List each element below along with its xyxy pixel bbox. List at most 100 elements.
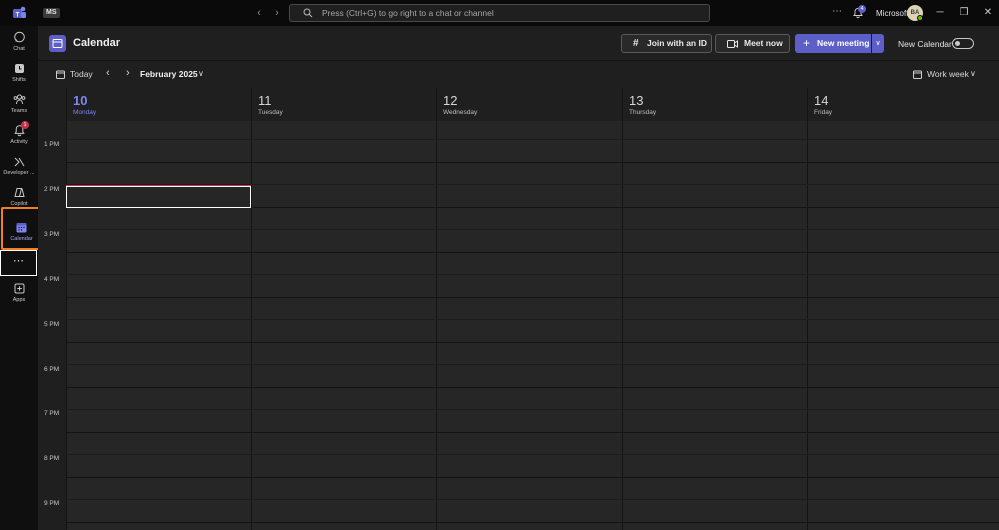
meet-now-button[interactable]: Meet now <box>715 34 790 53</box>
meet-now-label: Meet now <box>744 38 783 48</box>
day-number: 11 <box>258 93 272 108</box>
day-number: 10 <box>73 93 88 108</box>
rail-item-apps[interactable]: Apps <box>0 282 38 303</box>
svg-text:T: T <box>16 13 20 19</box>
teams-logo-icon: T <box>13 6 26 19</box>
rail-item-activity[interactable]: 1 Activity <box>0 121 38 145</box>
more-options-icon[interactable]: ⋯ <box>832 6 842 17</box>
close-icon[interactable]: ✕ <box>981 6 995 20</box>
hour-line <box>66 477 999 478</box>
search-icon <box>303 8 313 18</box>
rail-label: Chat <box>13 46 25 52</box>
back-arrow-icon[interactable]: ‹ <box>252 6 266 20</box>
developer-icon <box>14 157 24 167</box>
rail-label: Developer ... <box>3 170 35 176</box>
search-input[interactable] <box>322 6 702 20</box>
rail-label: Activity <box>10 139 28 145</box>
hour-line <box>66 432 999 433</box>
rail-item-teams[interactable]: Teams <box>0 93 38 114</box>
rail-item-chat[interactable]: Chat <box>0 31 38 52</box>
day-header-tuesday[interactable]: 11 Tuesday <box>251 88 436 121</box>
new-meeting-label: New meeting <box>817 38 870 48</box>
search-box[interactable] <box>289 4 710 22</box>
next-week-icon[interactable]: › <box>126 67 130 79</box>
view-chevron-down-icon[interactable]: ∨ <box>970 69 976 78</box>
more-icon: ⋯ <box>13 255 24 267</box>
today-calendar-icon <box>56 70 65 79</box>
half-hour-line <box>66 139 999 140</box>
new-calendar-toggle[interactable] <box>952 38 974 49</box>
time-slots-area[interactable] <box>66 121 999 530</box>
time-label: 7 PM <box>44 410 60 417</box>
calendar-grid: 10 Monday 11 Tuesday 12 Wednesday 13 Thu… <box>38 88 999 530</box>
half-hour-line <box>66 229 999 230</box>
half-hour-line <box>66 409 999 410</box>
today-button[interactable]: Today <box>70 69 93 79</box>
column-divider <box>807 121 808 530</box>
join-with-id-label: Join with an ID <box>647 38 707 48</box>
more-apps-button[interactable]: ⋯ <box>0 250 37 276</box>
calendar-app-icon <box>49 35 66 52</box>
time-label: 4 PM <box>44 276 60 283</box>
day-number: 14 <box>814 93 829 108</box>
new-meeting-button[interactable]: + New meeting <box>795 34 871 53</box>
chevron-down-icon: ∨ <box>875 40 881 47</box>
rail-label: Shifts <box>12 77 26 83</box>
app-rail: Chat Shifts Teams 1 Activity Developer .… <box>0 26 42 530</box>
minimize-icon[interactable]: ─ <box>933 6 947 20</box>
rail-label: Apps <box>12 297 26 303</box>
time-label: 9 PM <box>44 500 60 507</box>
presence-available-icon <box>917 15 923 21</box>
rail-item-developer[interactable]: Developer ... <box>0 155 38 176</box>
rail-item-copilot[interactable]: Copilot <box>0 186 38 207</box>
forward-arrow-icon[interactable]: › <box>270 6 284 20</box>
day-header-thursday[interactable]: 13 Thursday <box>622 88 807 121</box>
hour-line <box>66 162 999 163</box>
calendar-icon <box>16 223 27 233</box>
hash-icon: # <box>633 38 639 49</box>
day-name: Tuesday <box>258 109 283 116</box>
day-number: 12 <box>443 93 458 108</box>
column-divider <box>251 121 252 530</box>
half-hour-line <box>66 454 999 455</box>
rail-item-calendar[interactable]: Calendar <box>1 207 42 250</box>
half-hour-line <box>66 274 999 275</box>
new-calendar-label: New Calendar <box>898 39 952 49</box>
apps-icon <box>14 283 24 294</box>
previous-week-icon[interactable]: ‹ <box>106 67 110 79</box>
time-label: 5 PM <box>44 321 60 328</box>
org-badge[interactable]: MS <box>43 8 60 18</box>
time-label: 2 PM <box>44 186 60 193</box>
month-label[interactable]: February 2025 <box>140 69 198 79</box>
join-with-id-button[interactable]: # Join with an ID <box>621 34 712 53</box>
plus-icon: + <box>803 36 811 50</box>
hour-line <box>66 342 999 343</box>
shifts-icon <box>14 64 24 73</box>
half-hour-line <box>66 364 999 365</box>
restore-icon[interactable]: ❐ <box>957 6 971 20</box>
hour-line <box>66 522 999 523</box>
time-label: 6 PM <box>44 366 60 373</box>
selected-time-slot[interactable] <box>66 186 251 208</box>
time-label: 8 PM <box>44 455 60 462</box>
view-calendar-icon <box>913 70 922 79</box>
rail-item-shifts[interactable]: Shifts <box>0 62 38 83</box>
new-meeting-dropdown[interactable]: ∨ <box>872 34 884 53</box>
column-divider <box>66 121 67 530</box>
day-header-monday[interactable]: 10 Monday <box>66 88 251 121</box>
day-name: Wednesday <box>443 109 478 116</box>
title-bar: T MS ‹ › ⋯ 4 Microsoft BA ─ ❐ ✕ <box>0 0 999 26</box>
view-switcher[interactable]: Work week <box>927 69 969 79</box>
month-chevron-down-icon[interactable]: ∨ <box>198 69 204 78</box>
day-name: Thursday <box>629 109 657 116</box>
day-name: Monday <box>73 109 97 116</box>
day-header-friday[interactable]: 14 Friday <box>807 88 999 121</box>
account-name[interactable]: Microsoft <box>876 9 908 18</box>
day-header-wednesday[interactable]: 12 Wednesday <box>436 88 622 121</box>
teams-icon <box>13 94 25 105</box>
notification-badge: 4 <box>858 5 866 13</box>
hour-line <box>66 387 999 388</box>
calendar-header: Calendar # Join with an ID Meet now + Ne… <box>38 26 999 61</box>
page-title: Calendar <box>73 37 121 49</box>
hour-line <box>66 252 999 253</box>
